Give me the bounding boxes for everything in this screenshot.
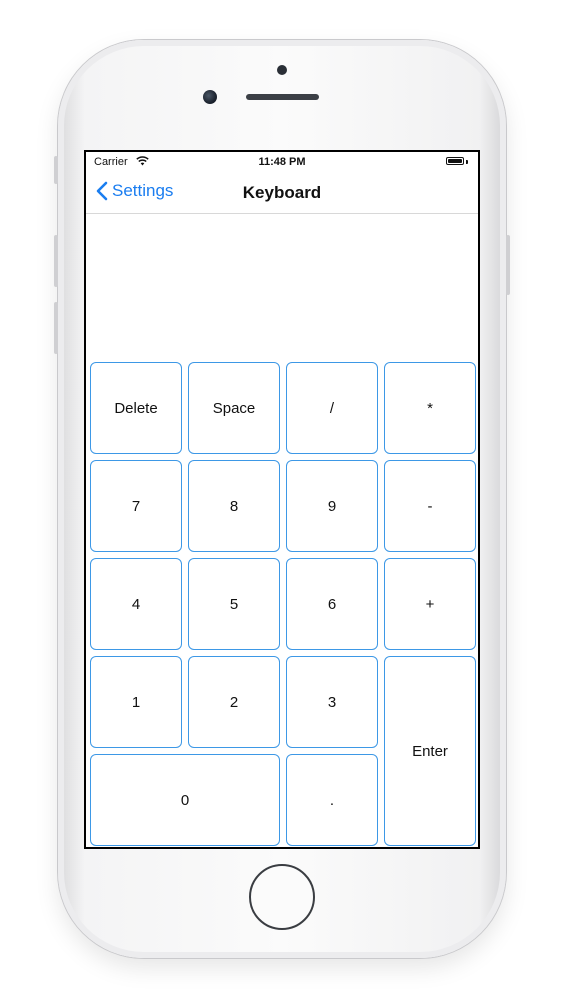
key-7[interactable]: 7 <box>90 460 182 552</box>
enter-key[interactable]: Enter <box>384 656 476 846</box>
multiply-key[interactable]: * <box>384 362 476 454</box>
plus-key[interactable]: + <box>384 558 476 650</box>
navigation-bar: Settings Keyboard <box>86 172 478 214</box>
volume-up-button <box>54 235 58 287</box>
volume-down-button <box>54 302 58 354</box>
divide-key[interactable]: / <box>286 362 378 454</box>
power-button <box>506 235 510 295</box>
key-3[interactable]: 3 <box>286 656 378 748</box>
key-4[interactable]: 4 <box>90 558 182 650</box>
screen-content: Carrier 11:48 PM Settings Keyboard Delet… <box>86 152 478 847</box>
key-5[interactable]: 5 <box>188 558 280 650</box>
keypad: Delete Space / * 7 8 9 - 4 5 6 + 1 2 3 E… <box>90 362 476 846</box>
minus-key[interactable]: - <box>384 460 476 552</box>
page-title: Keyboard <box>242 183 322 202</box>
key-1[interactable]: 1 <box>90 656 182 748</box>
delete-key[interactable]: Delete <box>90 362 182 454</box>
battery-icon <box>446 157 464 165</box>
home-button[interactable] <box>249 864 315 930</box>
earpiece-speaker <box>246 94 319 100</box>
space-key[interactable]: Space <box>188 362 280 454</box>
battery-tip <box>466 160 468 164</box>
silent-switch <box>54 156 58 184</box>
key-0[interactable]: 0 <box>90 754 280 846</box>
key-2[interactable]: 2 <box>188 656 280 748</box>
decimal-key[interactable]: . <box>286 754 378 846</box>
status-time: 11:48 PM <box>258 156 306 168</box>
status-bar: Carrier 11:48 PM <box>86 152 478 172</box>
key-9[interactable]: 9 <box>286 460 378 552</box>
key-8[interactable]: 8 <box>188 460 280 552</box>
screen: Carrier 11:48 PM Settings Keyboard Delet… <box>84 150 480 849</box>
front-camera-icon <box>203 90 217 104</box>
proximity-sensor-icon <box>277 65 287 75</box>
key-6[interactable]: 6 <box>286 558 378 650</box>
